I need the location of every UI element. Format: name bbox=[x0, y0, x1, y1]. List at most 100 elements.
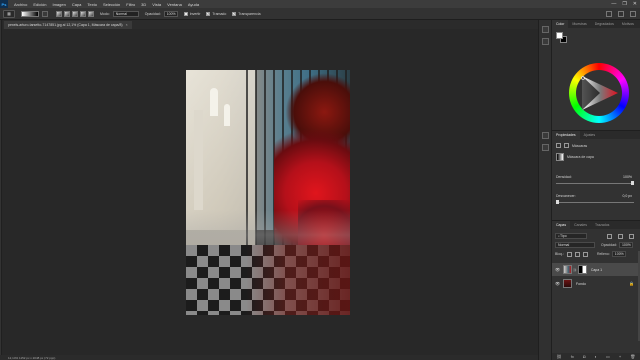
blend-mode-select[interactable]: Normal bbox=[555, 242, 595, 248]
fx-icon[interactable]: fx bbox=[571, 354, 574, 359]
vector-mask-icon[interactable] bbox=[564, 143, 569, 148]
foreground-swatch[interactable] bbox=[556, 32, 563, 39]
lock-pixels-icon[interactable] bbox=[566, 251, 572, 257]
transparency-checkbox[interactable]: ✓ bbox=[232, 11, 237, 16]
tool-preset-picker[interactable]: ▦ bbox=[3, 9, 15, 18]
menu-archivo[interactable]: Archivo bbox=[14, 2, 27, 7]
layer-mask-thumbnail[interactable] bbox=[556, 153, 564, 161]
layer-filter-select[interactable]: ⌕ Tipo bbox=[555, 233, 587, 239]
feather-slider-knob[interactable] bbox=[556, 200, 559, 204]
gradient-picker[interactable] bbox=[21, 10, 39, 17]
canvas-area[interactable] bbox=[3, 29, 538, 355]
menu-edicion[interactable]: Edición bbox=[33, 2, 46, 7]
trash-icon[interactable]: 🗑 bbox=[630, 354, 635, 359]
opacity-field[interactable]: 100% bbox=[163, 10, 178, 17]
fill-field[interactable]: 100% bbox=[611, 251, 626, 257]
color-triangle[interactable] bbox=[576, 70, 622, 116]
visibility-eye-icon[interactable]: 👁 bbox=[555, 281, 561, 286]
feather-row: Desvanecer: bbox=[556, 194, 576, 198]
document-image[interactable] bbox=[186, 70, 350, 315]
filter-pixel-icon[interactable] bbox=[607, 233, 612, 239]
paragraph-panel-icon[interactable] bbox=[542, 144, 549, 151]
menu-imagen[interactable]: Imagen bbox=[52, 2, 65, 7]
density-row: Densidad: bbox=[556, 175, 572, 179]
document-tab[interactable]: pexels-arturo-tarsetto-7147851.jpg al 12… bbox=[4, 21, 132, 29]
layer-name[interactable]: Fondo bbox=[576, 282, 586, 286]
status-text: 12,14% 1152 px x 2048 px (72 ppp) bbox=[8, 355, 56, 360]
lock-icon[interactable]: 🔒 bbox=[629, 281, 634, 286]
mask-icon[interactable]: ◘ bbox=[583, 354, 585, 359]
layer-thumbnail[interactable] bbox=[563, 279, 572, 288]
feather-slider[interactable] bbox=[556, 200, 634, 204]
workspace-icon[interactable] bbox=[618, 11, 624, 17]
pixel-mask-icon[interactable] bbox=[556, 143, 561, 148]
tab-color[interactable]: Color bbox=[552, 20, 569, 28]
reflected-gradient-icon[interactable] bbox=[80, 10, 86, 17]
menu-filtro[interactable]: Filtro bbox=[126, 2, 135, 7]
tab-muestras[interactable]: Muestras bbox=[568, 22, 590, 26]
tab-canales[interactable]: Canales bbox=[570, 223, 591, 227]
folder-icon[interactable]: ▭ bbox=[606, 354, 610, 359]
tab-propiedades[interactable]: Propiedades bbox=[552, 131, 580, 139]
gradient-tool-icon: ▦ bbox=[7, 11, 11, 16]
radial-gradient-icon[interactable] bbox=[64, 10, 70, 17]
menu-ventana[interactable]: Ventana bbox=[167, 2, 182, 7]
restore-button[interactable]: ❐ bbox=[622, 1, 626, 7]
search-icon[interactable] bbox=[606, 11, 612, 17]
layer-thumbnail[interactable] bbox=[563, 265, 572, 274]
adjustment-icon[interactable]: ◐ bbox=[594, 354, 596, 359]
status-bar: 12,14% 1152 px x 2048 px (72 ppp) bbox=[0, 355, 538, 360]
close-tab-icon[interactable]: × bbox=[126, 23, 128, 27]
layer-opacity-field[interactable]: 100% bbox=[618, 242, 633, 248]
angle-gradient-icon[interactable] bbox=[72, 10, 78, 17]
document-tab-title: pexels-arturo-tarsetto-7147851.jpg al 12… bbox=[8, 23, 123, 27]
layer-mask-thumbnail[interactable] bbox=[577, 265, 587, 274]
info-panel-icon[interactable] bbox=[542, 132, 549, 139]
brush-panel-icon[interactable] bbox=[542, 38, 549, 45]
tab-motivos[interactable]: Motivos bbox=[618, 22, 638, 26]
color-wheel[interactable] bbox=[569, 63, 629, 123]
linear-gradient-icon[interactable] bbox=[56, 10, 62, 17]
diamond-gradient-icon[interactable] bbox=[88, 10, 94, 17]
feather-value[interactable]: 0,0 px bbox=[622, 194, 632, 198]
menu-texto[interactable]: Texto bbox=[87, 2, 97, 7]
tab-degradados[interactable]: Degradados bbox=[591, 22, 618, 26]
filter-type-icon[interactable] bbox=[629, 233, 634, 239]
mode-label: Modo: bbox=[100, 11, 110, 16]
layer-row[interactable]: 👁 Fondo 🔒 bbox=[552, 277, 640, 290]
density-slider-knob[interactable] bbox=[631, 181, 634, 185]
menu-ayuda[interactable]: Ayuda bbox=[188, 2, 199, 7]
tools-panel[interactable] bbox=[0, 20, 2, 355]
filter-adjust-icon[interactable] bbox=[618, 233, 623, 239]
layer-name[interactable]: Capa 1 bbox=[591, 268, 602, 272]
lock-position-icon[interactable] bbox=[574, 251, 580, 257]
gradient-dropdown[interactable] bbox=[42, 10, 48, 17]
menu-3d[interactable]: 3D bbox=[141, 2, 146, 7]
fg-bg-swatches[interactable] bbox=[556, 32, 568, 44]
tab-ajustes[interactable]: Ajustes bbox=[580, 133, 599, 137]
properties-panel: Propiedades Ajustes Máscaras Máscara de … bbox=[552, 130, 640, 230]
history-panel-icon[interactable] bbox=[542, 26, 549, 33]
tab-capas[interactable]: Capas bbox=[552, 221, 571, 229]
menu-vista[interactable]: Vista bbox=[152, 2, 161, 7]
minimize-button[interactable]: — bbox=[611, 1, 616, 7]
lock-all-icon[interactable] bbox=[582, 251, 588, 257]
tab-trazados[interactable]: Trazados bbox=[591, 223, 613, 227]
layer-row[interactable]: 👁 ⛓ Capa 1 bbox=[552, 263, 640, 276]
properties-panel-tabs: Propiedades Ajustes bbox=[552, 131, 640, 139]
share-icon[interactable] bbox=[630, 11, 636, 17]
layer-mask-row: Máscara de capa bbox=[556, 153, 594, 161]
color-panel-tabs: Color Muestras Degradados Motivos bbox=[552, 20, 640, 28]
link-chain-icon[interactable]: ⛓ bbox=[573, 268, 577, 272]
density-value[interactable]: 100% bbox=[623, 175, 632, 179]
menu-seleccion[interactable]: Selección bbox=[103, 2, 120, 7]
invert-checkbox[interactable] bbox=[183, 11, 188, 16]
density-slider[interactable] bbox=[556, 181, 634, 185]
mode-select[interactable]: Normal bbox=[112, 10, 139, 17]
menu-capa[interactable]: Capa bbox=[72, 2, 82, 7]
link-icon[interactable]: ⛓ bbox=[557, 354, 562, 359]
visibility-eye-icon[interactable]: 👁 bbox=[555, 267, 561, 272]
dither-checkbox[interactable]: ✓ bbox=[206, 11, 211, 16]
new-layer-icon[interactable]: + bbox=[619, 354, 621, 359]
close-window-button[interactable]: ✕ bbox=[633, 1, 637, 7]
